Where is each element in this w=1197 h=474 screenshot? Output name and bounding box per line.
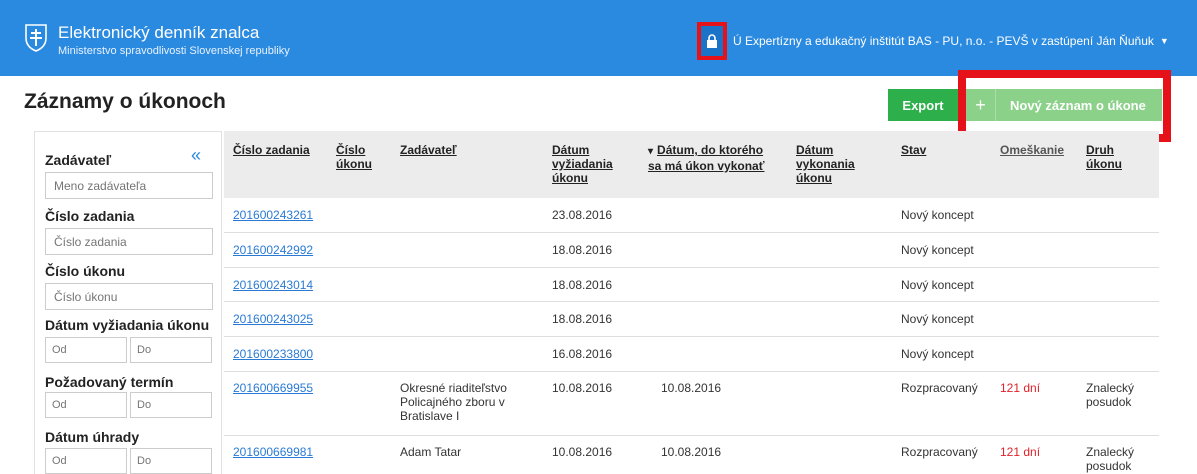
row-cislo-link[interactable]: 201600233800 xyxy=(233,347,313,361)
brand[interactable]: Elektronický denník znalca Ministerstvo … xyxy=(24,24,290,58)
col-datum-do[interactable]: Dátum, do ktorého sa má úkon vykonať xyxy=(648,143,778,173)
row-stav: Rozpracovaný xyxy=(901,381,978,395)
row-datum-do: 10.08.2016 xyxy=(661,381,722,395)
row-stav: Nový koncept xyxy=(901,208,974,222)
row-cislo-link[interactable]: 201600243014 xyxy=(233,278,313,292)
filter-label-zadavatel: Zadávateľ xyxy=(45,152,112,168)
app-title: Elektronický denník znalca xyxy=(58,23,260,42)
col-omeskanie[interactable]: Omeškanie xyxy=(1000,143,1080,157)
pozadovany-termin-do[interactable] xyxy=(130,392,212,418)
col-zadavatel[interactable]: Zadávateľ xyxy=(400,143,520,157)
filter-label-datum-vyziadania: Dátum vyžiadania úkonu xyxy=(45,317,210,333)
table-row[interactable]: 201600669955 Okresné riaditeľstvo Polica… xyxy=(224,372,1159,436)
row-stav: Nový koncept xyxy=(901,312,974,326)
row-zadavatel: Adam Tatar xyxy=(400,445,462,459)
filter-label-datum-uhrady: Dátum úhrady xyxy=(45,429,140,445)
chevron-down-icon: ▼ xyxy=(1159,36,1169,46)
filter-label-cislo-zadania: Číslo zadania xyxy=(45,208,135,224)
row-stav: Nový koncept xyxy=(901,347,974,361)
row-datum-vyziadania: 18.08.2016 xyxy=(552,243,613,257)
col-cislo-zadania[interactable]: Číslo zadania xyxy=(233,143,323,157)
table-row[interactable]: 201600669981 Adam Tatar 10.08.2016 10.08… xyxy=(224,436,1159,474)
col-druh[interactable]: Druh úkonu xyxy=(1086,143,1136,171)
page-title: Záznamy o úkonoch xyxy=(24,90,226,113)
collapse-icon[interactable]: « xyxy=(191,145,201,166)
user-name: Ú Expertízny a edukačný inštitút BAS - P… xyxy=(733,34,1154,48)
row-datum-vyziadania: 18.08.2016 xyxy=(552,278,613,292)
zadavatel-input[interactable] xyxy=(45,172,213,199)
row-cislo-link[interactable]: 201600243025 xyxy=(233,312,313,326)
pozadovany-termin-od[interactable] xyxy=(45,392,127,418)
plus-icon: + xyxy=(966,89,996,121)
table-header: Číslo zadania Číslo úkonu Zadávateľ Dátu… xyxy=(224,131,1159,198)
row-cislo-link[interactable]: 201600242992 xyxy=(233,243,313,257)
coat-of-arms-icon xyxy=(25,24,47,52)
lock-button[interactable] xyxy=(697,22,727,60)
row-datum-vyziadania: 18.08.2016 xyxy=(552,312,613,326)
row-druh: Znalecký posudok xyxy=(1086,445,1135,473)
row-datum-vyziadania: 23.08.2016 xyxy=(552,208,613,222)
cislo-ukonu-input[interactable] xyxy=(45,283,213,310)
row-druh: Znalecký posudok xyxy=(1086,381,1135,409)
cislo-zadania-input[interactable] xyxy=(45,228,213,255)
row-stav: Rozpracovaný xyxy=(901,445,978,459)
user-menu[interactable]: Ú Expertízny a edukačný inštitút BAS - P… xyxy=(733,34,1169,48)
row-datum-vyziadania: 10.08.2016 xyxy=(552,445,613,459)
datum-vyziadania-do[interactable] xyxy=(130,337,212,363)
table-row[interactable]: 201600243014 18.08.2016 Nový koncept xyxy=(224,268,1159,302)
row-zadavatel: Okresné riaditeľstvo Policajného zboru v… xyxy=(400,381,507,423)
new-record-button[interactable]: + Nový záznam o úkone xyxy=(966,89,1162,121)
lock-icon xyxy=(707,34,717,48)
col-datum-vykonania[interactable]: Dátum vykonania úkonu xyxy=(796,143,866,185)
row-omeskanie: 121 dní xyxy=(1000,381,1041,395)
app-subtitle: Ministerstvo spravodlivosti Slovenskej r… xyxy=(58,45,290,57)
datum-vyziadania-od[interactable] xyxy=(45,337,127,363)
table-row[interactable]: 201600243261 23.08.2016 Nový koncept xyxy=(224,198,1159,233)
filter-label-pozadovany-termin: Požadovaný termín xyxy=(45,374,174,390)
table-row[interactable]: 201600242992 18.08.2016 Nový koncept xyxy=(224,233,1159,268)
datum-uhrady-do[interactable] xyxy=(130,448,212,474)
col-cislo-ukonu[interactable]: Číslo úkonu xyxy=(336,143,378,171)
row-datum-vyziadania: 16.08.2016 xyxy=(552,347,613,361)
col-datum-vyziadania[interactable]: Dátum vyžiadania úkonu xyxy=(552,143,622,185)
row-stav: Nový koncept xyxy=(901,278,974,292)
row-cislo-link[interactable]: 201600669981 xyxy=(233,445,313,459)
export-button[interactable]: Export xyxy=(888,89,958,121)
filter-sidebar: Zadávateľ « Číslo zadania Číslo úkonu Dá… xyxy=(34,131,222,474)
table-row[interactable]: 201600233800 16.08.2016 Nový koncept xyxy=(224,337,1159,372)
row-cislo-link[interactable]: 201600669955 xyxy=(233,381,313,395)
top-bar: Elektronický denník znalca Ministerstvo … xyxy=(0,0,1197,76)
row-cislo-link[interactable]: 201600243261 xyxy=(233,208,313,222)
row-stav: Nový koncept xyxy=(901,243,974,257)
datum-uhrady-od[interactable] xyxy=(45,448,127,474)
new-record-label: Nový záznam o úkone xyxy=(1010,97,1146,113)
row-datum-vyziadania: 10.08.2016 xyxy=(552,381,613,395)
row-datum-do: 10.08.2016 xyxy=(661,445,722,459)
table-row[interactable]: 201600243025 18.08.2016 Nový koncept xyxy=(224,302,1159,337)
col-stav[interactable]: Stav xyxy=(901,143,961,157)
row-omeskanie: 121 dní xyxy=(1000,445,1041,459)
filter-label-cislo-ukonu: Číslo úkonu xyxy=(45,263,126,279)
